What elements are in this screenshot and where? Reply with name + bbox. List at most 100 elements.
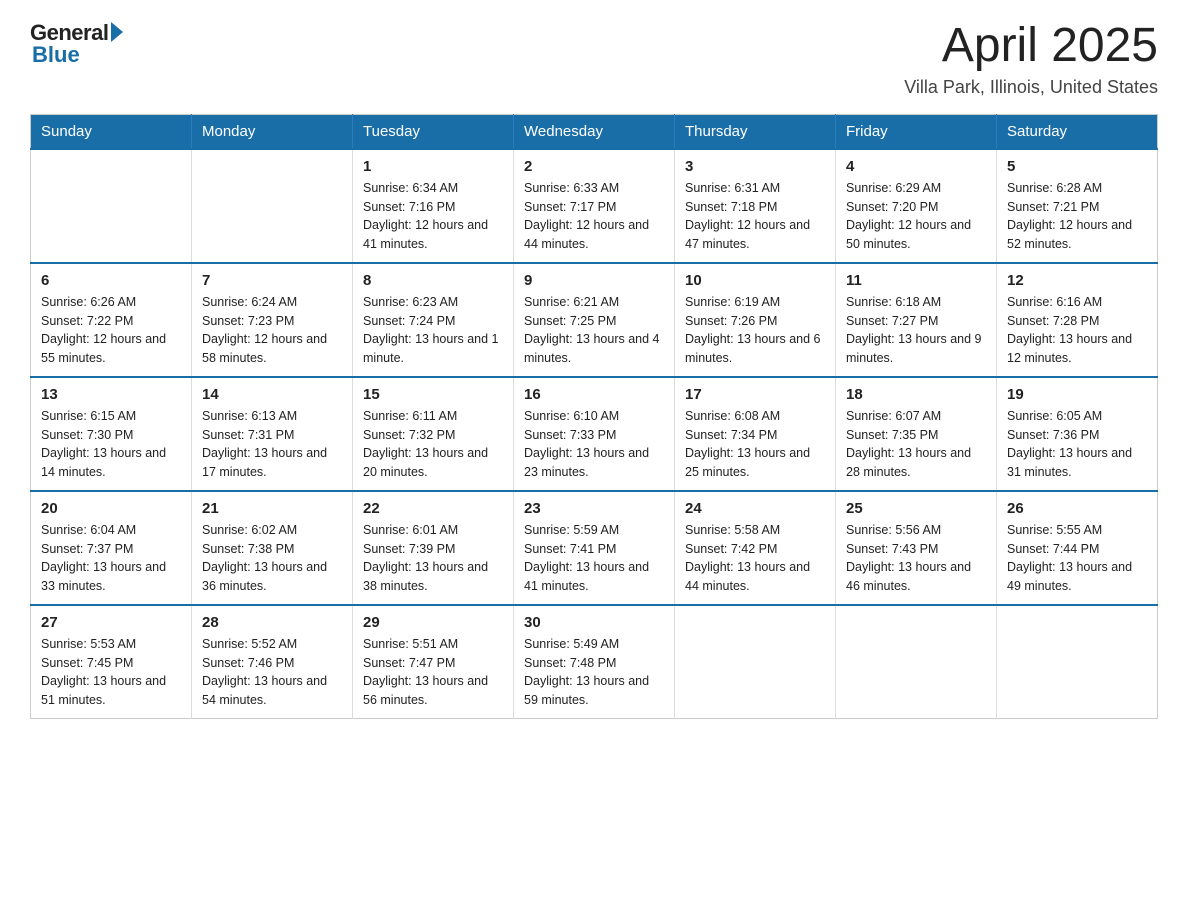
day-info: Sunrise: 6:28 AM Sunset: 7:21 PM Dayligh… bbox=[1007, 179, 1147, 254]
day-number: 17 bbox=[685, 386, 825, 403]
day-info: Sunrise: 5:56 AM Sunset: 7:43 PM Dayligh… bbox=[846, 521, 986, 596]
day-number: 18 bbox=[846, 386, 986, 403]
day-number: 23 bbox=[524, 500, 664, 517]
day-number: 1 bbox=[363, 158, 503, 175]
day-info: Sunrise: 6:24 AM Sunset: 7:23 PM Dayligh… bbox=[202, 293, 342, 368]
day-info: Sunrise: 5:49 AM Sunset: 7:48 PM Dayligh… bbox=[524, 635, 664, 710]
calendar-cell: 15 Sunrise: 6:11 AM Sunset: 7:32 PM Dayli… bbox=[353, 377, 514, 491]
calendar-cell: 10Sunrise: 6:19 AM Sunset: 7:26 PM Dayli… bbox=[675, 263, 836, 377]
day-number: 21 bbox=[202, 500, 342, 517]
day-number: 29 bbox=[363, 614, 503, 631]
day-of-week-header: Sunday bbox=[31, 114, 192, 149]
calendar-cell: 20 Sunrise: 6:04 AM Sunset: 7:37 PM Dayli… bbox=[31, 491, 192, 605]
day-info: Sunrise: 5:51 AM Sunset: 7:47 PM Dayligh… bbox=[363, 635, 503, 710]
calendar-cell: 16Sunrise: 6:10 AM Sunset: 7:33 PM Dayli… bbox=[514, 377, 675, 491]
calendar-cell: 7 Sunrise: 6:24 AM Sunset: 7:23 PM Daylig… bbox=[192, 263, 353, 377]
calendar-cell: 19 Sunrise: 6:05 AM Sunset: 7:36 PM Dayli… bbox=[997, 377, 1158, 491]
calendar-subtitle: Villa Park, Illinois, United States bbox=[904, 77, 1158, 98]
calendar-week-row: 27 Sunrise: 5:53 AM Sunset: 7:45 PM Dayli… bbox=[31, 605, 1158, 719]
day-number: 25 bbox=[846, 500, 986, 517]
day-number: 14 bbox=[202, 386, 342, 403]
calendar-cell: 24 Sunrise: 5:58 AM Sunset: 7:42 PM Dayli… bbox=[675, 491, 836, 605]
day-info: Sunrise: 6:29 AM Sunset: 7:20 PM Dayligh… bbox=[846, 179, 986, 254]
day-number: 26 bbox=[1007, 500, 1147, 517]
day-info: Sunrise: 5:59 AM Sunset: 7:41 PM Dayligh… bbox=[524, 521, 664, 596]
calendar-cell: 4Sunrise: 6:29 AM Sunset: 7:20 PM Daylig… bbox=[836, 149, 997, 263]
calendar-cell: 14 Sunrise: 6:13 AM Sunset: 7:31 PM Dayli… bbox=[192, 377, 353, 491]
calendar-week-row: 13 Sunrise: 6:15 AM Sunset: 7:30 PM Dayli… bbox=[31, 377, 1158, 491]
day-info: Sunrise: 6:16 AM Sunset: 7:28 PM Dayligh… bbox=[1007, 293, 1147, 368]
calendar-cell: 13 Sunrise: 6:15 AM Sunset: 7:30 PM Dayli… bbox=[31, 377, 192, 491]
calendar-cell bbox=[997, 605, 1158, 719]
calendar-cell: 17 Sunrise: 6:08 AM Sunset: 7:34 PM Dayli… bbox=[675, 377, 836, 491]
day-info: Sunrise: 6:02 AM Sunset: 7:38 PM Dayligh… bbox=[202, 521, 342, 596]
day-info: Sunrise: 6:13 AM Sunset: 7:31 PM Dayligh… bbox=[202, 407, 342, 482]
day-info: Sunrise: 6:04 AM Sunset: 7:37 PM Dayligh… bbox=[41, 521, 181, 596]
day-info: Sunrise: 6:11 AM Sunset: 7:32 PM Dayligh… bbox=[363, 407, 503, 482]
calendar-cell: 30Sunrise: 5:49 AM Sunset: 7:48 PM Dayli… bbox=[514, 605, 675, 719]
day-number: 15 bbox=[363, 386, 503, 403]
calendar-week-row: 20 Sunrise: 6:04 AM Sunset: 7:37 PM Dayli… bbox=[31, 491, 1158, 605]
day-number: 19 bbox=[1007, 386, 1147, 403]
calendar-cell: 3Sunrise: 6:31 AM Sunset: 7:18 PM Daylig… bbox=[675, 149, 836, 263]
day-info: Sunrise: 6:19 AM Sunset: 7:26 PM Dayligh… bbox=[685, 293, 825, 368]
day-number: 13 bbox=[41, 386, 181, 403]
day-number: 7 bbox=[202, 272, 342, 289]
day-of-week-header: Saturday bbox=[997, 114, 1158, 149]
day-number: 20 bbox=[41, 500, 181, 517]
calendar-cell: 22Sunrise: 6:01 AM Sunset: 7:39 PM Dayli… bbox=[353, 491, 514, 605]
page-header: General Blue April 2025 Villa Park, Illi… bbox=[30, 20, 1158, 98]
calendar-cell: 27 Sunrise: 5:53 AM Sunset: 7:45 PM Dayli… bbox=[31, 605, 192, 719]
title-block: April 2025 Villa Park, Illinois, United … bbox=[904, 20, 1158, 98]
day-number: 24 bbox=[685, 500, 825, 517]
day-number: 3 bbox=[685, 158, 825, 175]
day-info: Sunrise: 6:05 AM Sunset: 7:36 PM Dayligh… bbox=[1007, 407, 1147, 482]
day-info: Sunrise: 6:15 AM Sunset: 7:30 PM Dayligh… bbox=[41, 407, 181, 482]
day-number: 11 bbox=[846, 272, 986, 289]
calendar-cell: 25 Sunrise: 5:56 AM Sunset: 7:43 PM Dayli… bbox=[836, 491, 997, 605]
day-number: 12 bbox=[1007, 272, 1147, 289]
day-info: Sunrise: 5:58 AM Sunset: 7:42 PM Dayligh… bbox=[685, 521, 825, 596]
day-number: 28 bbox=[202, 614, 342, 631]
day-number: 6 bbox=[41, 272, 181, 289]
day-info: Sunrise: 6:08 AM Sunset: 7:34 PM Dayligh… bbox=[685, 407, 825, 482]
calendar-cell: 1 Sunrise: 6:34 AM Sunset: 7:16 PM Daylig… bbox=[353, 149, 514, 263]
day-of-week-header: Thursday bbox=[675, 114, 836, 149]
day-number: 5 bbox=[1007, 158, 1147, 175]
calendar-cell: 6 Sunrise: 6:26 AM Sunset: 7:22 PM Daylig… bbox=[31, 263, 192, 377]
day-number: 27 bbox=[41, 614, 181, 631]
day-info: Sunrise: 6:23 AM Sunset: 7:24 PM Dayligh… bbox=[363, 293, 503, 368]
calendar-title: April 2025 bbox=[904, 20, 1158, 73]
calendar-cell bbox=[836, 605, 997, 719]
day-number: 8 bbox=[363, 272, 503, 289]
day-of-week-header: Monday bbox=[192, 114, 353, 149]
day-number: 2 bbox=[524, 158, 664, 175]
day-info: Sunrise: 6:21 AM Sunset: 7:25 PM Dayligh… bbox=[524, 293, 664, 368]
calendar-cell bbox=[192, 149, 353, 263]
day-of-week-header: Tuesday bbox=[353, 114, 514, 149]
logo-blue-text: Blue bbox=[32, 42, 80, 68]
calendar-header-row: SundayMondayTuesdayWednesdayThursdayFrid… bbox=[31, 114, 1158, 149]
calendar-table: SundayMondayTuesdayWednesdayThursdayFrid… bbox=[30, 114, 1158, 719]
day-number: 9 bbox=[524, 272, 664, 289]
calendar-cell bbox=[675, 605, 836, 719]
logo-arrow-icon bbox=[111, 22, 123, 42]
logo: General Blue bbox=[30, 20, 123, 68]
day-info: Sunrise: 5:53 AM Sunset: 7:45 PM Dayligh… bbox=[41, 635, 181, 710]
calendar-cell bbox=[31, 149, 192, 263]
calendar-cell: 21 Sunrise: 6:02 AM Sunset: 7:38 PM Dayli… bbox=[192, 491, 353, 605]
calendar-cell: 26Sunrise: 5:55 AM Sunset: 7:44 PM Dayli… bbox=[997, 491, 1158, 605]
day-number: 16 bbox=[524, 386, 664, 403]
calendar-cell: 5 Sunrise: 6:28 AM Sunset: 7:21 PM Daylig… bbox=[997, 149, 1158, 263]
day-of-week-header: Friday bbox=[836, 114, 997, 149]
day-info: Sunrise: 6:33 AM Sunset: 7:17 PM Dayligh… bbox=[524, 179, 664, 254]
day-info: Sunrise: 5:52 AM Sunset: 7:46 PM Dayligh… bbox=[202, 635, 342, 710]
day-info: Sunrise: 6:26 AM Sunset: 7:22 PM Dayligh… bbox=[41, 293, 181, 368]
day-of-week-header: Wednesday bbox=[514, 114, 675, 149]
day-info: Sunrise: 6:01 AM Sunset: 7:39 PM Dayligh… bbox=[363, 521, 503, 596]
calendar-cell: 28 Sunrise: 5:52 AM Sunset: 7:46 PM Dayli… bbox=[192, 605, 353, 719]
calendar-cell: 29 Sunrise: 5:51 AM Sunset: 7:47 PM Dayli… bbox=[353, 605, 514, 719]
day-info: Sunrise: 6:34 AM Sunset: 7:16 PM Dayligh… bbox=[363, 179, 503, 254]
calendar-cell: 23 Sunrise: 5:59 AM Sunset: 7:41 PM Dayli… bbox=[514, 491, 675, 605]
day-info: Sunrise: 6:07 AM Sunset: 7:35 PM Dayligh… bbox=[846, 407, 986, 482]
